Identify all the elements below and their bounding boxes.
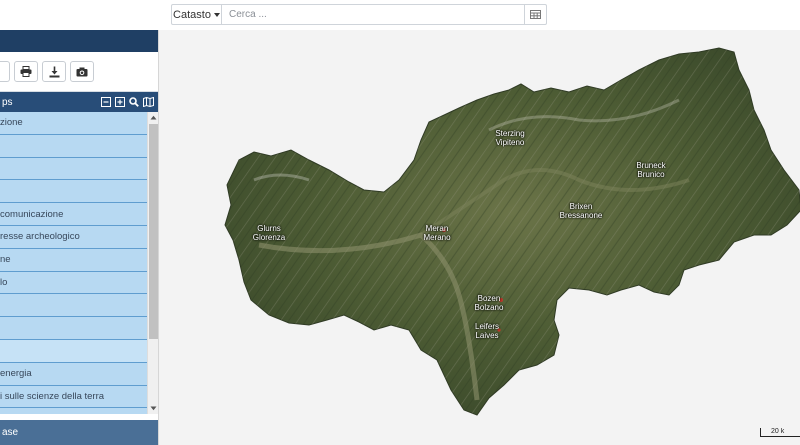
- layer-item[interactable]: zione: [0, 112, 147, 135]
- layer-item[interactable]: [0, 134, 147, 158]
- screenshot-button[interactable]: [70, 61, 94, 82]
- layers-section-title: ps: [2, 96, 13, 108]
- collapse-all-icon[interactable]: [101, 97, 111, 107]
- search-icon[interactable]: [129, 97, 139, 107]
- place-label-meran: Meran Merano: [423, 224, 451, 242]
- place-label-brixen: Brixen Bressanone: [559, 202, 603, 220]
- search-mode-dropdown[interactable]: Catasto: [172, 5, 222, 24]
- search-input[interactable]: [222, 5, 524, 24]
- layer-item[interactable]: lo: [0, 271, 147, 295]
- scroll-down-icon[interactable]: [148, 403, 158, 414]
- layers-list: zione comunicazione resse archeologico n…: [0, 112, 147, 414]
- table-icon: [530, 10, 541, 19]
- map-scale-bar: 20 k: [760, 428, 800, 437]
- place-label-glurns: Glurns Glorenza: [252, 224, 286, 242]
- terrain-texture: [225, 48, 800, 415]
- layers-scrollbar[interactable]: [147, 112, 158, 414]
- side-panel: ps zione comunicazione resse archeologic…: [0, 30, 158, 445]
- layer-item[interactable]: [0, 317, 147, 340]
- caret-down-icon: [213, 13, 220, 17]
- expand-all-icon[interactable]: [115, 97, 125, 107]
- panel-header: [0, 30, 158, 52]
- scroll-thumb[interactable]: [149, 124, 158, 339]
- map-view[interactable]: Sterzing Vipiteno Bruneck Brunico Brixen…: [158, 30, 800, 445]
- top-bar: Catasto: [0, 0, 800, 30]
- base-layers-label: ase: [2, 427, 19, 438]
- print-icon: [20, 66, 32, 77]
- layer-item[interactable]: [0, 180, 147, 204]
- panel-toolbar: [0, 52, 158, 92]
- search-group: Catasto: [171, 4, 547, 25]
- layer-item[interactable]: ne: [0, 248, 147, 272]
- map-icon[interactable]: [143, 97, 154, 107]
- place-label-bozen: Bozen Bolzano: [474, 294, 504, 312]
- scale-label: 20 k: [771, 428, 785, 435]
- base-layers-bar[interactable]: ase: [0, 420, 158, 445]
- print-button[interactable]: [14, 61, 38, 82]
- layer-item[interactable]: i sulle scienze della terra: [0, 385, 147, 409]
- download-button[interactable]: [42, 61, 66, 82]
- tool-button-hidden[interactable]: [0, 61, 10, 82]
- place-label-sterzing: Sterzing Vipiteno: [495, 129, 525, 147]
- search-mode-label: Catasto: [173, 8, 211, 21]
- layer-item[interactable]: resse archeologico: [0, 225, 147, 249]
- layer-item[interactable]: energia: [0, 362, 147, 386]
- place-label-leifers: Leifers Laives: [474, 322, 500, 340]
- layer-item[interactable]: [0, 339, 147, 363]
- layer-item[interactable]: [0, 294, 147, 318]
- download-icon: [49, 66, 59, 77]
- scroll-up-icon[interactable]: [148, 112, 158, 123]
- layer-item[interactable]: comunicazione: [0, 203, 147, 226]
- search-grid-button[interactable]: [524, 5, 546, 24]
- camera-icon: [76, 67, 88, 76]
- layer-item[interactable]: [0, 157, 147, 181]
- layer-item[interactable]: [0, 408, 147, 414]
- layers-section-header: ps: [0, 92, 158, 112]
- layers-list-container: zione comunicazione resse archeologico n…: [0, 112, 158, 414]
- place-label-bruneck: Bruneck Brunico: [636, 161, 666, 179]
